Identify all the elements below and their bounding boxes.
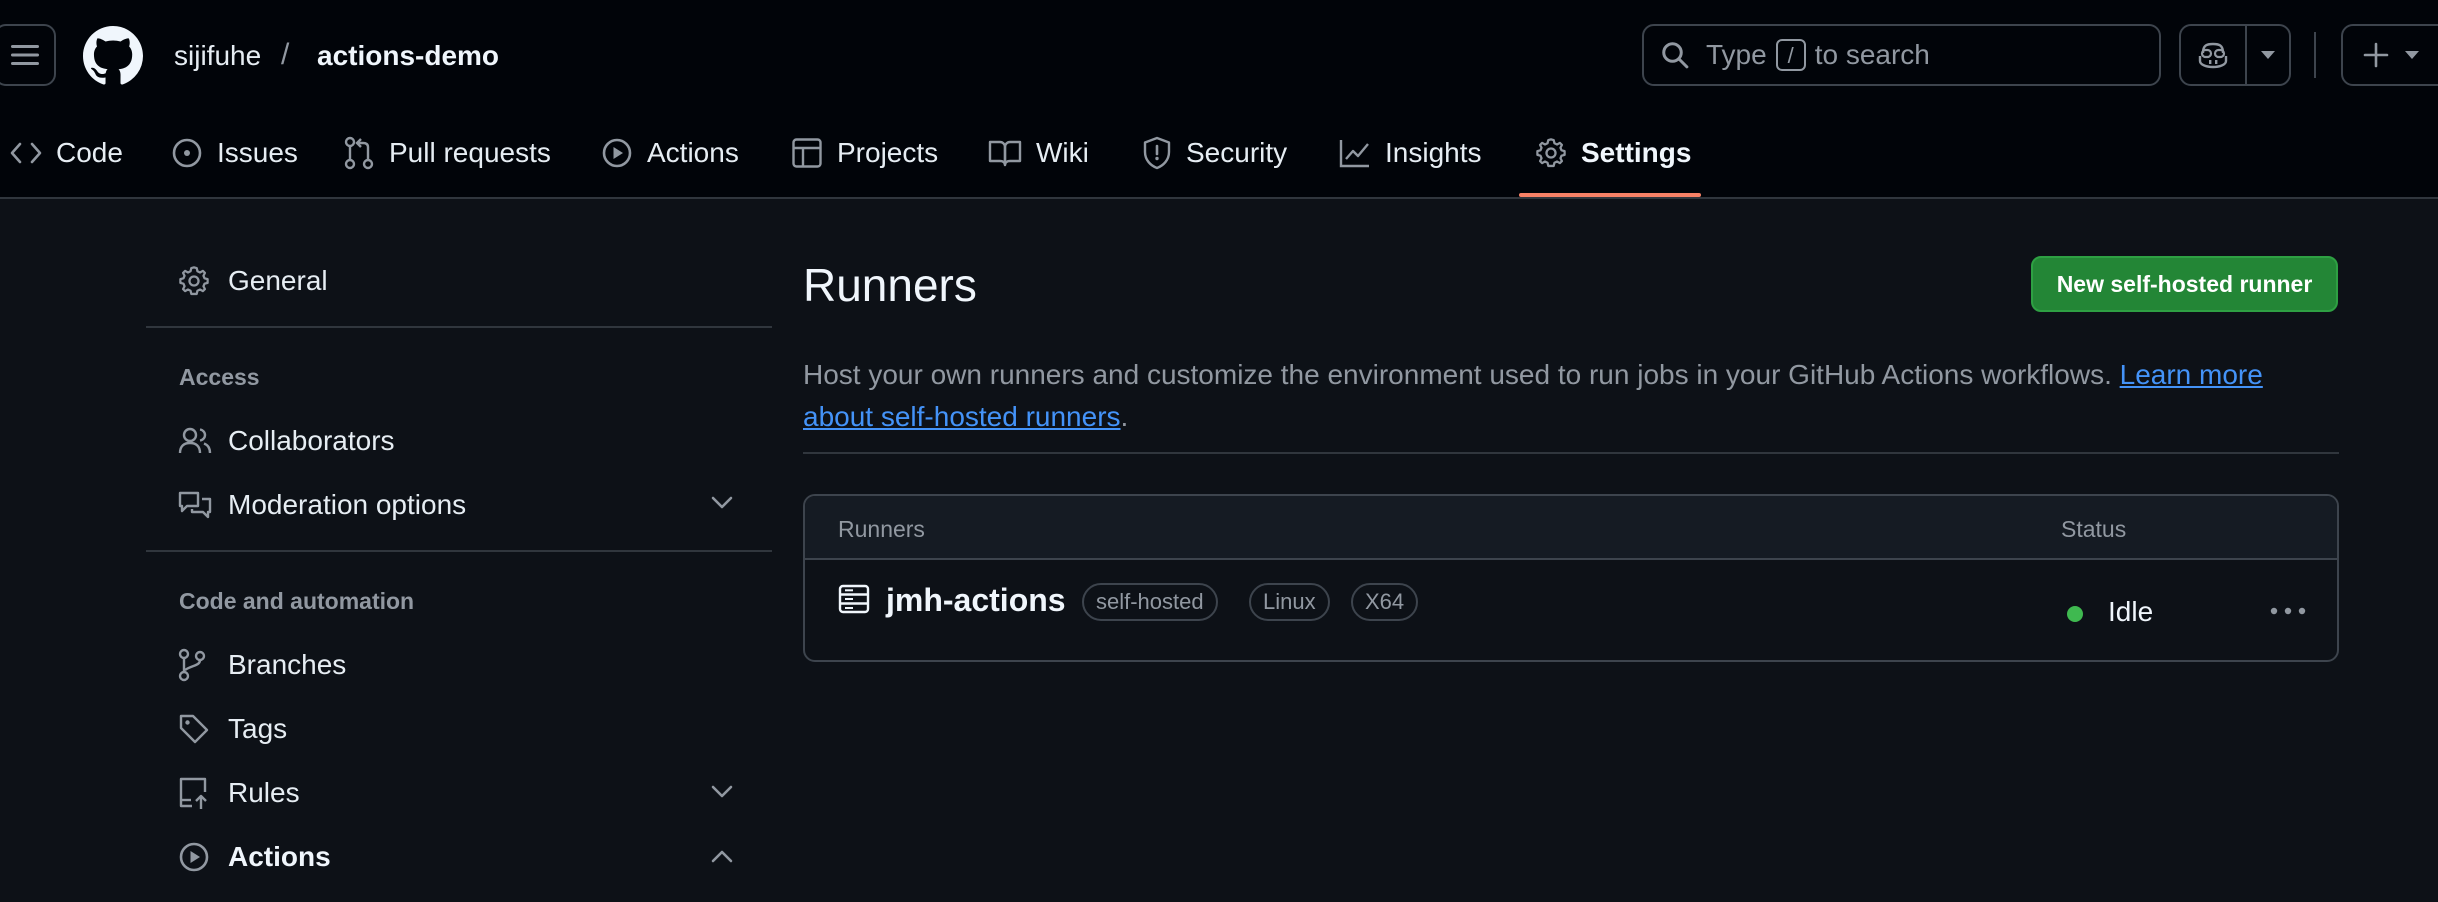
tab-label: Code — [56, 137, 123, 168]
sidebar-heading-code-automation: Code and automation — [179, 588, 415, 614]
runner-label: X64 — [1351, 583, 1419, 621]
server-icon — [838, 584, 870, 614]
sidebar-item-label: Branches — [228, 649, 347, 680]
search-suffix: to search — [1814, 39, 1930, 70]
book-icon — [988, 140, 1022, 167]
sidebar-item-collaborators[interactable]: Collaborators — [178, 419, 395, 463]
runner-label: self-hosted — [1082, 583, 1218, 621]
status-dot-icon — [2067, 606, 2083, 622]
tab-code[interactable]: Code — [10, 130, 123, 176]
tab-label: Projects — [837, 137, 939, 168]
copilot-icon — [2198, 42, 2228, 69]
active-tab-indicator — [1519, 193, 1701, 197]
tag-icon — [178, 713, 212, 745]
sidebar-divider — [146, 550, 772, 552]
tab-actions[interactable]: Actions — [601, 130, 739, 176]
repo-link[interactable]: actions-demo — [317, 40, 499, 72]
copilot-button-group — [2179, 24, 2291, 86]
chevron-down-icon[interactable] — [710, 495, 734, 511]
play-icon — [178, 841, 212, 873]
chevron-up-icon[interactable] — [710, 848, 734, 864]
table-row: jmh-actions self-hosted Linux X64 Idle — [805, 560, 2337, 660]
sidebar-item-tags[interactable]: Tags — [178, 707, 287, 751]
page-title: Runners — [803, 259, 977, 311]
sidebar-item-general[interactable]: General — [178, 259, 328, 303]
sidebar-item-moderation-options[interactable]: Moderation options — [178, 483, 466, 527]
search-input[interactable]: Type / to search — [1642, 24, 2161, 86]
plus-icon — [2363, 42, 2389, 68]
chevron-down-icon[interactable] — [710, 784, 734, 800]
sidebar-item-label: General — [228, 265, 328, 296]
runners-table-header: Runners Status — [805, 496, 2337, 560]
runner-name-link[interactable]: jmh-actions — [886, 582, 1066, 619]
column-header-runners: Runners — [838, 516, 925, 542]
pull-request-icon — [344, 136, 374, 170]
comment-discussion-icon — [178, 490, 212, 520]
section-divider — [803, 452, 2339, 454]
tab-label: Actions — [647, 137, 739, 168]
runners-table: Runners Status jmh-actions self-hosted L… — [803, 494, 2339, 662]
hamburger-icon — [11, 45, 39, 65]
graph-icon — [1339, 140, 1369, 168]
sidebar-item-branches[interactable]: Branches — [178, 643, 346, 687]
sidebar-item-label: Actions — [228, 841, 331, 872]
tab-projects[interactable]: Projects — [791, 130, 938, 176]
new-self-hosted-runner-button[interactable]: New self-hosted runner — [2031, 256, 2338, 312]
issue-icon — [172, 138, 202, 168]
tab-security[interactable]: Security — [1142, 130, 1287, 176]
tab-issues[interactable]: Issues — [171, 130, 298, 176]
git-branch-icon — [178, 648, 212, 682]
shield-icon — [1143, 136, 1171, 170]
copilot-button[interactable] — [2181, 26, 2247, 84]
create-new-button[interactable] — [2341, 24, 2438, 86]
tab-label: Settings — [1581, 137, 1692, 168]
tab-pull-requests[interactable]: Pull requests — [343, 130, 551, 176]
repo-push-icon — [178, 776, 212, 810]
column-header-status: Status — [2061, 516, 2127, 542]
sidebar-item-label: Rules — [228, 777, 300, 808]
runner-label: Linux — [1249, 583, 1330, 621]
tab-insights[interactable]: Insights — [1339, 130, 1482, 176]
table-icon — [792, 138, 822, 168]
runner-status: Idle — [2108, 596, 2154, 627]
description-period: . — [1120, 401, 1129, 432]
tab-wiki[interactable]: Wiki — [988, 130, 1089, 176]
search-shortcut-key: / — [1775, 39, 1806, 71]
triangle-down-icon — [2405, 51, 2419, 59]
top-header: sijifuhe / actions-demo Type / to search — [0, 0, 2438, 199]
tab-label: Issues — [217, 137, 298, 168]
page-description: Host your own runners and customize the … — [803, 354, 2283, 438]
sidebar-divider — [146, 326, 772, 328]
description-text: Host your own runners and customize the … — [803, 359, 2112, 390]
people-icon — [178, 426, 212, 456]
code-icon — [10, 142, 42, 164]
tab-label: Insights — [1385, 137, 1482, 168]
github-logo-icon[interactable] — [83, 26, 143, 86]
tab-label: Wiki — [1036, 137, 1089, 168]
tab-settings[interactable]: Settings — [1535, 130, 1691, 176]
kebab-horizontal-icon — [2270, 607, 2306, 615]
search-icon — [1662, 42, 1689, 69]
sidebar-item-rules[interactable]: Rules — [178, 771, 300, 815]
sidebar-item-label: Collaborators — [228, 425, 395, 456]
tab-label: Pull requests — [389, 137, 551, 168]
header-divider — [2314, 32, 2316, 78]
sidebar-item-label: Moderation options — [228, 489, 467, 520]
sidebar-item-label: Tags — [228, 713, 288, 744]
menu-button[interactable] — [0, 24, 56, 86]
tab-label: Security — [1186, 137, 1288, 168]
runner-menu-button[interactable] — [2265, 596, 2311, 626]
copilot-dropdown-button[interactable] — [2247, 26, 2289, 84]
gear-icon — [178, 265, 212, 297]
breadcrumb-separator: / — [281, 38, 290, 71]
triangle-down-icon — [2261, 51, 2275, 59]
owner-link[interactable]: sijifuhe — [174, 40, 261, 72]
gear-icon — [1536, 138, 1566, 168]
search-prefix: Type — [1706, 39, 1767, 70]
play-icon — [602, 138, 632, 168]
sidebar-heading-access: Access — [179, 364, 260, 390]
sidebar-item-actions[interactable]: Actions — [178, 835, 331, 879]
